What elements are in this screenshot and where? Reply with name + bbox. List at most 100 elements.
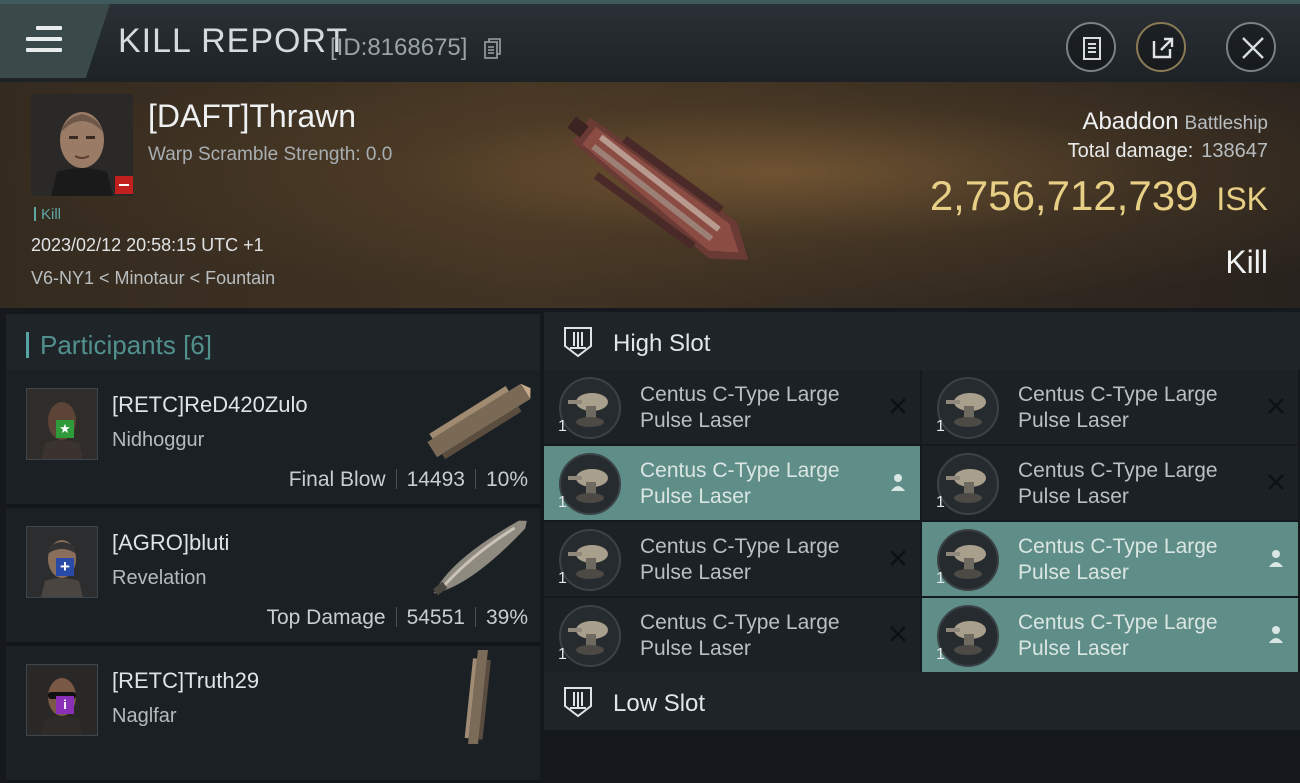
module-slot[interactable]: 1 Centus C-Type Large Pulse Laser — [922, 598, 1298, 672]
top-bar: KILL REPORT [ID:8168675] — [0, 0, 1300, 82]
pulse-laser-icon — [937, 453, 999, 515]
copy-icon[interactable] — [484, 38, 502, 60]
security-status-badge — [115, 176, 133, 194]
total-damage-label: Total damage: — [1067, 140, 1194, 162]
standing-badge — [56, 420, 74, 438]
high-slot-icon — [564, 327, 592, 358]
participant-name: [AGRO]bluti — [112, 530, 230, 555]
victim-banner: [DAFT]Thrawn Warp Scramble Strength: 0.0… — [0, 82, 1300, 308]
module-quantity: 1 — [936, 494, 945, 511]
pulse-laser-icon — [559, 605, 621, 667]
fitting-panel: High Slot 1 Centus C-Type Large Pulse Lase… — [544, 308, 1300, 750]
kill-datetime: 2023/02/12 20:58:15 UTC +1 — [31, 235, 264, 255]
participant-ship-image — [432, 520, 527, 596]
pulse-laser-icon — [559, 453, 621, 515]
module-name: Centus C-Type Large Pulse Laser — [640, 535, 840, 584]
module-slot[interactable]: 1 Centus C-Type Large Pulse Laser — [922, 522, 1298, 596]
menu-icon — [26, 26, 62, 56]
participant-row[interactable]: [RETC]Truth29 Naglfar — [6, 646, 540, 783]
module-name: Centus C-Type Large Pulse Laser — [1018, 535, 1218, 584]
ship-class: Battleship — [1184, 113, 1268, 134]
report-id: [ID:8168675] — [330, 34, 468, 61]
module-quantity: 1 — [936, 570, 945, 587]
ship-name: Abaddon — [1082, 108, 1179, 135]
module-slot[interactable]: 1 Centus C-Type Large Pulse Laser — [922, 370, 1298, 444]
kill-result: Kill — [1225, 244, 1268, 280]
pulse-laser-icon — [937, 605, 999, 667]
participants-label: Participants — [40, 330, 176, 360]
module-slot[interactable]: 1 Centus C-Type Large Pulse Laser — [544, 370, 920, 444]
module-slot[interactable]: 1 Centus C-Type Large Pulse Laser — [544, 446, 920, 520]
participant-ship: Revelation — [112, 567, 207, 589]
high-slot-label: High Slot — [613, 330, 711, 357]
participant-role: Final Blow — [288, 468, 386, 491]
isk-unit: ISK — [1216, 181, 1268, 217]
module-name: Centus C-Type Large Pulse Laser — [640, 459, 840, 508]
destroyed-icon — [890, 398, 906, 414]
menu-button[interactable] — [0, 4, 110, 78]
participant-percent: 10% — [485, 468, 528, 491]
participant-damage: 14493 — [406, 468, 465, 491]
module-name: Centus C-Type Large Pulse Laser — [640, 383, 840, 432]
module-quantity: 1 — [558, 646, 567, 663]
dropped-icon — [891, 474, 905, 491]
participant-stats: Final Blow 14493 10% — [289, 468, 528, 492]
module-name: Centus C-Type Large Pulse Laser — [1018, 383, 1218, 432]
share-button[interactable] — [1136, 22, 1186, 72]
victim-name[interactable]: [DAFT]Thrawn — [148, 98, 356, 135]
isk-value: 2,756,712,739 ISK — [930, 172, 1268, 220]
module-quantity: 1 — [558, 494, 567, 511]
dropped-icon — [1269, 626, 1283, 643]
participant-name: [RETC]ReD420Zulo — [112, 392, 308, 417]
participant-ship-image — [464, 650, 491, 744]
module-slot[interactable]: 1 Centus C-Type Large Pulse Laser — [544, 522, 920, 596]
module-quantity: 1 — [558, 418, 567, 435]
kill-tag: Kill — [34, 206, 61, 223]
high-slot-header: High Slot — [544, 312, 1300, 370]
low-slot-icon — [564, 687, 592, 718]
pulse-laser-icon — [559, 377, 621, 439]
module-slot[interactable]: 1 Centus C-Type Large Pulse Laser — [544, 598, 920, 672]
pulse-laser-icon — [937, 529, 999, 591]
destroyed-icon — [1268, 398, 1284, 414]
standing-badge — [56, 696, 74, 714]
warp-scramble-strength: Warp Scramble Strength: 0.0 — [148, 144, 393, 165]
low-slot-header: Low Slot — [544, 672, 1300, 730]
isk-amount: 2,756,712,739 — [929, 172, 1199, 219]
participants-header[interactable]: Participants [6] — [6, 314, 540, 375]
participant-percent: 39% — [485, 606, 528, 629]
close-icon — [1242, 37, 1264, 59]
share-icon — [1152, 37, 1174, 59]
report-button[interactable] — [1066, 22, 1116, 72]
participant-ship-image — [427, 383, 531, 460]
low-slot-label: Low Slot — [613, 690, 706, 717]
module-quantity: 1 — [936, 646, 945, 663]
page-title: KILL REPORT — [118, 22, 349, 60]
participant-role: Top Damage — [266, 606, 386, 629]
participant-row[interactable]: [RETC]ReD420Zulo Nidhoggur Final Blow 144… — [6, 370, 540, 507]
module-quantity: 1 — [558, 570, 567, 587]
participant-name: [RETC]Truth29 — [112, 668, 260, 693]
total-damage-value: 138647 — [1201, 140, 1268, 162]
participant-ship: Nidhoggur — [112, 429, 205, 451]
participant-row[interactable]: [AGRO]bluti Revelation Top Damage 54551 39… — [6, 508, 540, 645]
standing-badge — [56, 558, 74, 576]
participant-ship: Naglfar — [112, 705, 177, 727]
victim-ship-image[interactable] — [540, 96, 780, 286]
module-name: Centus C-Type Large Pulse Laser — [640, 611, 840, 660]
close-button[interactable] — [1226, 22, 1276, 72]
victim-ship[interactable]: Abaddon Battleship — [1082, 108, 1268, 136]
participant-stats: Top Damage 54551 39% — [266, 606, 528, 630]
pulse-laser-icon — [559, 529, 621, 591]
participant-damage: 54551 — [406, 606, 465, 629]
participants-panel: Participants [6] [RETC]ReD420Zulo Nidhog… — [0, 308, 540, 783]
module-slot[interactable]: 1 Centus C-Type Large Pulse Laser — [922, 446, 1298, 520]
module-quantity: 1 — [936, 418, 945, 435]
destroyed-icon — [890, 626, 906, 642]
module-name: Centus C-Type Large Pulse Laser — [1018, 611, 1218, 660]
kill-location[interactable]: V6-NY1 < Minotaur < Fountain — [31, 268, 275, 289]
pulse-laser-icon — [937, 377, 999, 439]
dropped-icon — [1269, 550, 1283, 567]
module-name: Centus C-Type Large Pulse Laser — [1018, 459, 1218, 508]
destroyed-icon — [1268, 474, 1284, 490]
